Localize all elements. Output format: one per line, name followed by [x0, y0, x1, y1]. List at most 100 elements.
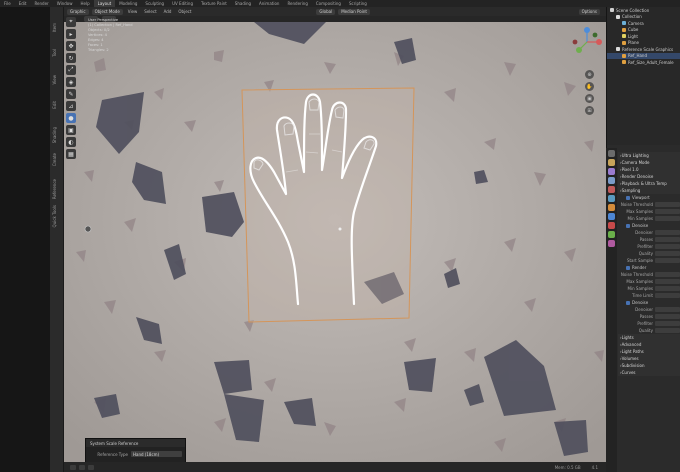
property-row[interactable]: › Advanced [618, 341, 680, 348]
modifier-tab-icon[interactable] [608, 213, 615, 220]
sidebar-tab[interactable]: Quick Tools [52, 205, 57, 227]
property-row[interactable]: Quality [618, 327, 680, 334]
sidebar-tab[interactable]: View [52, 75, 57, 85]
cube-tool-icon[interactable]: ▦ [66, 149, 76, 159]
zoom-icon[interactable]: ⊕ [585, 70, 594, 79]
add-tool-icon[interactable]: ● [66, 113, 76, 123]
workspace-tab[interactable]: Modeling [115, 0, 141, 7]
property-row[interactable]: Passes [618, 236, 680, 243]
extrude-tool-icon[interactable]: ▣ [66, 125, 76, 135]
property-row[interactable]: Start Sample [618, 257, 680, 264]
property-value-field[interactable] [655, 328, 680, 333]
property-value-field[interactable] [655, 258, 680, 263]
property-value-field[interactable] [655, 307, 680, 312]
tool-tab-icon[interactable] [608, 150, 615, 157]
move-tool-icon[interactable]: ✥ [66, 41, 76, 51]
measure-tool-icon[interactable]: ⊿ [66, 101, 76, 111]
property-row[interactable]: Min Samples [618, 285, 680, 292]
property-row[interactable]: Denoise [618, 222, 680, 229]
property-value-field[interactable] [655, 230, 680, 235]
world-tab-icon[interactable] [608, 195, 615, 202]
data-tab-icon[interactable] [608, 231, 615, 238]
property-row[interactable]: › Volumes [618, 355, 680, 362]
property-row[interactable]: › Subdivision [618, 362, 680, 369]
property-value-field[interactable] [655, 279, 680, 284]
mode-dropdown[interactable]: Object Mode [91, 8, 123, 15]
output-tab-icon[interactable] [608, 168, 615, 175]
checkbox[interactable] [626, 195, 630, 200]
property-row[interactable]: Denoise [618, 299, 680, 306]
light-tool-icon[interactable]: ◐ [66, 137, 76, 147]
footer-button[interactable] [70, 464, 76, 470]
property-row[interactable]: Prefilter [618, 243, 680, 250]
property-value-field[interactable] [655, 244, 680, 249]
workspace-tab[interactable]: Texture Paint [197, 0, 231, 7]
property-row[interactable]: › Curves [618, 369, 680, 376]
3d-viewport[interactable] [64, 22, 606, 462]
property-row[interactable]: Noise Threshold [618, 271, 680, 278]
workspace-tab[interactable]: UV Editing [168, 0, 197, 7]
property-row[interactable]: › Pixel 1.0 [618, 166, 680, 173]
workspace-tab[interactable]: Layout [93, 0, 116, 7]
property-row[interactable]: › Sampling [618, 187, 680, 194]
property-row[interactable]: › Lights [618, 334, 680, 341]
property-row[interactable]: Min Samples [618, 215, 680, 222]
rotate-tool-icon[interactable]: ↻ [66, 53, 76, 63]
workspace-tab[interactable]: Compositing [312, 0, 345, 7]
editor-type-button[interactable]: Graphic [67, 8, 89, 15]
reference-type-dropdown[interactable]: Hand (18cm) [131, 451, 182, 457]
property-row[interactable]: Max Samples [618, 208, 680, 215]
navigation-gizmo[interactable] [570, 26, 604, 66]
property-value-field[interactable] [655, 286, 680, 291]
property-row[interactable]: › Playback & Ultra Temp [618, 180, 680, 187]
property-value-field[interactable] [655, 321, 680, 326]
property-row[interactable]: Denoiser [618, 306, 680, 313]
property-row[interactable]: Denoiser [618, 229, 680, 236]
workspace-tab[interactable]: Sculpting [141, 0, 168, 7]
workspace-tab[interactable]: Rendering [283, 0, 311, 7]
sidebar-tab[interactable]: Edit [52, 101, 57, 109]
scale-tool-icon[interactable]: ⤢ [66, 65, 76, 75]
workspace-tab[interactable]: File [0, 0, 15, 7]
property-row[interactable]: › Render Denoise [618, 173, 680, 180]
material-tab-icon[interactable] [608, 240, 615, 247]
workspace-tab[interactable]: Edit [15, 0, 31, 7]
view-layer-tab-icon[interactable] [608, 177, 615, 184]
workspace-tab[interactable]: Shading [231, 0, 255, 7]
scene-tab-icon[interactable] [608, 186, 615, 193]
object-tab-icon[interactable] [608, 204, 615, 211]
checkbox[interactable] [626, 265, 630, 270]
options-button[interactable]: Options [578, 8, 600, 15]
workspace-tab[interactable]: Scripting [345, 0, 371, 7]
property-value-field[interactable] [655, 251, 680, 256]
workspace-tab[interactable]: Render [30, 0, 52, 7]
workspace-tab[interactable]: Help [76, 0, 93, 7]
physics-tab-icon[interactable] [608, 222, 615, 229]
property-value-field[interactable] [655, 216, 680, 221]
checkbox[interactable] [626, 300, 630, 305]
camera-icon[interactable]: ▣ [585, 94, 594, 103]
sidebar-tab[interactable]: Tool [52, 49, 57, 57]
sidebar-tab[interactable]: Item [52, 23, 57, 32]
property-row[interactable]: › Light Paths [618, 348, 680, 355]
property-value-field[interactable] [655, 237, 680, 242]
property-row[interactable]: Viewport [618, 194, 680, 201]
grid-icon[interactable]: ⊞ [585, 106, 594, 115]
menu-select[interactable]: Select [142, 9, 158, 14]
sidebar-tab[interactable]: Shading [52, 127, 57, 143]
property-value-field[interactable] [655, 209, 680, 214]
menu-add[interactable]: Add [162, 9, 174, 14]
cursor-tool-icon[interactable]: ⌖ [66, 17, 76, 27]
sidebar-tab[interactable]: Reference [52, 179, 57, 199]
outliner-item[interactable]: Ref_Size_Adult_Female [607, 59, 680, 66]
pivot-dropdown[interactable]: Median Point [338, 8, 370, 15]
property-row[interactable]: Noise Threshold [618, 201, 680, 208]
property-row[interactable]: Render [618, 264, 680, 271]
annotate-tool-icon[interactable]: ✎ [66, 89, 76, 99]
property-value-field[interactable] [655, 293, 680, 298]
property-row[interactable]: Quality [618, 250, 680, 257]
checkbox[interactable] [626, 223, 630, 228]
property-row[interactable]: › Camera Mode [618, 159, 680, 166]
sidebar-tab[interactable]: Create [52, 153, 57, 166]
hand-pan-icon[interactable]: ✋ [585, 82, 594, 91]
